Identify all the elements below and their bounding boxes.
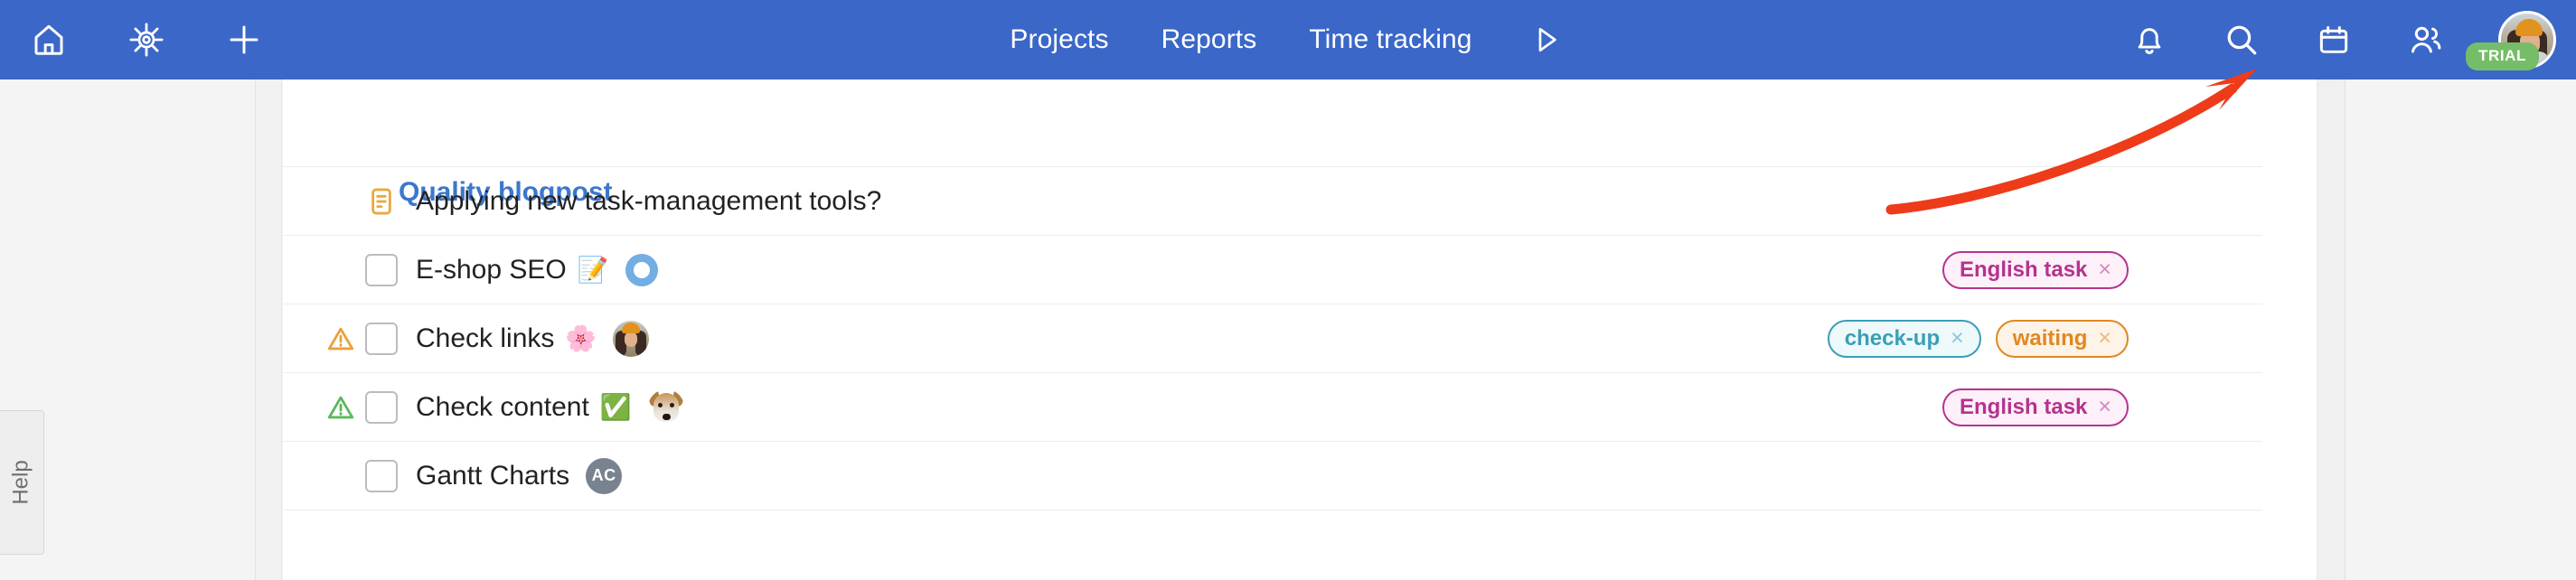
table-row[interactable]: Applying new task-management tools? [283, 166, 2262, 235]
nav-link-projects[interactable]: Projects [1010, 24, 1108, 55]
tag-group: check-up × waiting × [1827, 319, 2129, 358]
assignee[interactable] [647, 388, 684, 426]
assignee[interactable] [613, 320, 650, 357]
avatar[interactable]: TRIAL [2466, 11, 2556, 70]
settings-gear-icon[interactable] [121, 14, 172, 65]
close-icon[interactable]: × [1951, 327, 1964, 350]
status-badge[interactable]: English task × [1942, 250, 2129, 289]
nav-link-time-tracking[interactable]: Time tracking [1309, 24, 1471, 55]
status-badge[interactable]: waiting × [1995, 319, 2129, 358]
task-checkbox[interactable] [365, 322, 398, 355]
assignee[interactable]: AC [586, 457, 623, 494]
close-icon[interactable]: × [2098, 327, 2111, 350]
task-name[interactable]: E-shop SEO [416, 255, 567, 285]
task-name[interactable]: Applying new task-management tools? [416, 186, 881, 217]
close-icon[interactable]: × [2098, 258, 2111, 281]
tag-group: English task × [1942, 250, 2129, 289]
assignee[interactable] [625, 253, 658, 286]
home-icon[interactable] [24, 14, 74, 65]
task-name[interactable]: Check links [416, 323, 554, 354]
tag-label: English task [1960, 257, 2088, 282]
table-row[interactable]: E-shop SEO 📝 English task × [283, 235, 2262, 304]
progress-ring-icon[interactable] [625, 253, 658, 286]
task-emoji: ✅ [599, 392, 632, 421]
play-timer-icon[interactable] [1525, 19, 1566, 61]
assignee-avatar[interactable] [647, 388, 684, 426]
task-name[interactable]: Check content [416, 392, 589, 423]
table-row[interactable]: Gantt Charts AC [283, 441, 2262, 510]
task-emoji: 🌸 [565, 323, 597, 352]
tag-label: waiting [2012, 325, 2088, 351]
sidebar-gutter [257, 80, 282, 580]
status-badge[interactable]: check-up × [1827, 319, 1981, 358]
add-plus-icon[interactable] [219, 14, 269, 65]
task-emoji: 📝 [577, 255, 609, 284]
warning-triangle-icon[interactable] [316, 323, 365, 354]
assignee-avatar[interactable] [613, 320, 650, 357]
table-row[interactable]: Check links 🌸 check-up × waiting × [283, 304, 2262, 372]
nav-link-reports[interactable]: Reports [1161, 24, 1257, 55]
tag-group: English task × [1942, 388, 2129, 426]
tag-label: English task [1960, 394, 2088, 419]
close-icon[interactable]: × [2098, 396, 2111, 418]
warning-triangle-icon[interactable] [316, 392, 365, 423]
top-navigation-bar: Projects Reports Time tracking TRIAL [0, 0, 2576, 80]
task-name[interactable]: Gantt Charts [416, 461, 569, 491]
calendar-icon[interactable] [2308, 14, 2359, 65]
search-icon[interactable] [2216, 14, 2267, 65]
status-badge[interactable]: English task × [1942, 388, 2129, 426]
topbar-right-icons: TRIAL [2124, 0, 2556, 80]
help-tab-label: Help [9, 460, 34, 505]
vertical-scrollbar[interactable] [2317, 80, 2346, 580]
help-tab[interactable]: Help [0, 410, 44, 555]
notifications-bell-icon[interactable] [2124, 14, 2175, 65]
task-checkbox[interactable] [365, 459, 398, 492]
people-icon[interactable] [2401, 14, 2451, 65]
note-document-icon[interactable] [365, 185, 398, 218]
main-content: Quality blogpost Applying new task-manag… [283, 80, 2317, 580]
app-root: Projects Reports Time tracking TRIAL Hel… [0, 0, 2576, 580]
table-row[interactable]: Check content ✅ English task × [283, 372, 2262, 441]
tag-label: check-up [1844, 325, 1941, 351]
status-badge: TRIAL [2466, 42, 2540, 70]
right-gutter [2346, 80, 2576, 580]
topbar-left-icons [0, 14, 269, 65]
task-checkbox[interactable] [365, 390, 398, 424]
assignee-avatar-initials[interactable]: AC [586, 457, 623, 494]
task-list: Applying new task-management tools? E-sh… [283, 166, 2262, 510]
task-checkbox[interactable] [365, 253, 398, 286]
left-sidebar: Help [0, 80, 256, 580]
